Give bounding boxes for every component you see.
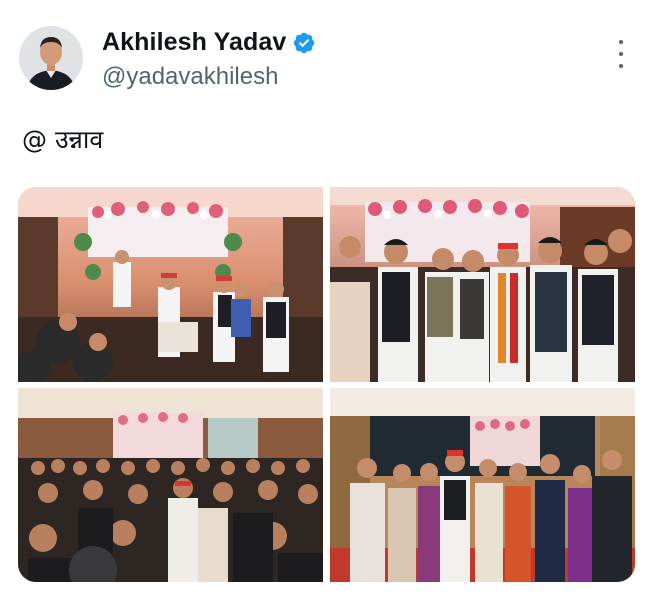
tweet-photo-1[interactable] — [18, 187, 323, 382]
tweet-text: @ उन्नाव — [22, 125, 104, 154]
tweet-photo-3[interactable] — [18, 388, 323, 582]
avatar-photo — [19, 26, 83, 90]
author-display-name[interactable]: Akhilesh Yadav — [102, 28, 286, 57]
media-grid — [18, 187, 635, 582]
author-handle[interactable]: @yadavakhilesh — [102, 63, 278, 91]
verified-badge-icon — [292, 31, 316, 55]
author-name-row: Akhilesh Yadav — [102, 28, 316, 57]
author-avatar[interactable] — [19, 26, 83, 90]
tweet-photo-4[interactable] — [330, 388, 635, 582]
more-options-icon[interactable] — [612, 40, 630, 68]
tweet-photo-2[interactable] — [330, 187, 635, 382]
tweet-card: Akhilesh Yadav @yadavakhilesh @ उन्नाव — [0, 0, 653, 598]
